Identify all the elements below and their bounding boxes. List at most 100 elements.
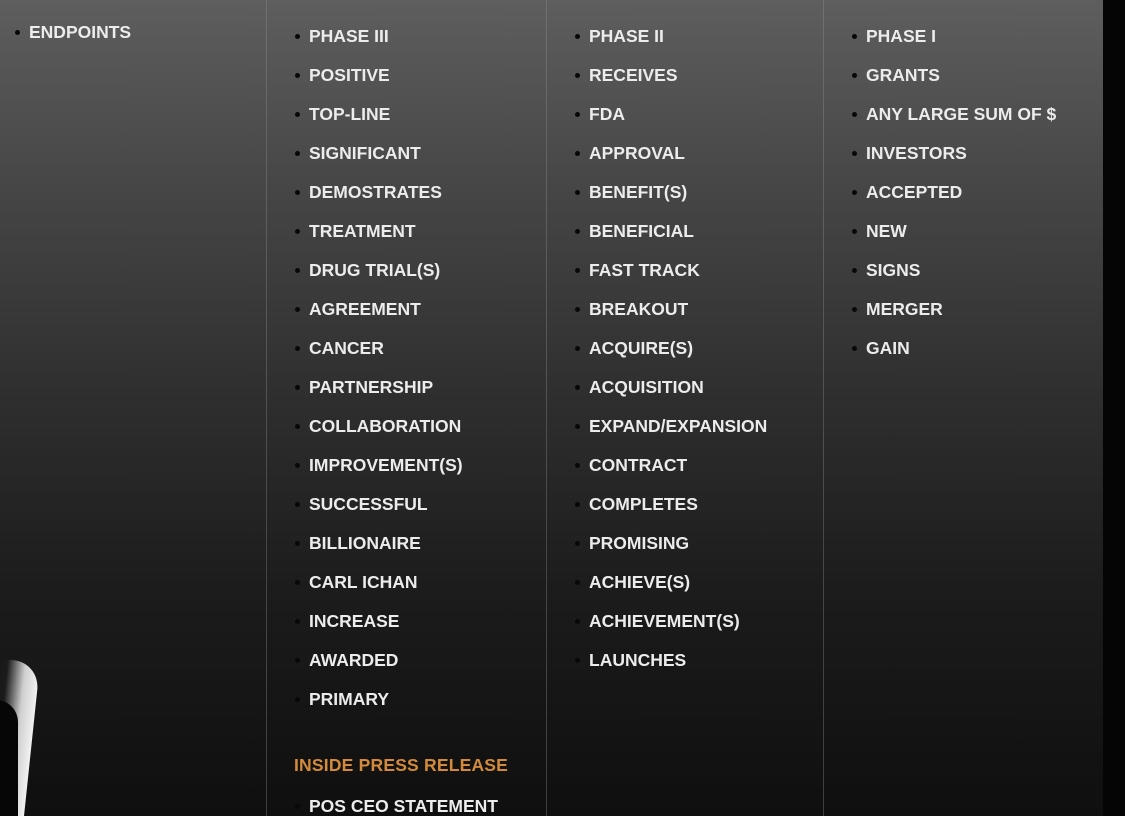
bullet-icon: [295, 34, 300, 39]
keyword-item: BENEFICIAL: [575, 220, 767, 259]
inside-press-release-list: POS CEO STATEMENT: [295, 795, 498, 816]
keyword-label: PHASE III: [309, 26, 389, 46]
bullet-icon: [295, 804, 300, 809]
keyword-item: FDA: [575, 103, 767, 142]
column-divider: [823, 0, 824, 816]
keyword-item: PHASE I: [852, 25, 1056, 64]
bullet-icon: [295, 112, 300, 117]
keyword-column-4: PHASE I GRANTS ANY LARGE SUM OF $ INVESTORS…: [852, 25, 1056, 816]
bullet-icon: [852, 346, 857, 351]
keyword-item: CONTRACT: [575, 454, 767, 493]
keyword-item: AGREEMENT: [295, 298, 463, 337]
keyword-label: ACCEPTED: [866, 182, 963, 202]
keyword-label: APPROVAL: [589, 143, 685, 163]
keyword-column-3: PHASE II RECEIVES FDA APPROVAL BENEFIT(S) BEN…: [575, 25, 767, 816]
keyword-item: LAUNCHES: [575, 649, 767, 688]
keyword-label: ENDPOINTS: [29, 22, 132, 42]
keyword-label: CARL ICHAN: [309, 572, 418, 592]
bullet-icon: [575, 463, 580, 468]
keyword-item: INVESTORS: [852, 142, 1056, 181]
keyword-item: PRIMARY: [295, 688, 463, 727]
keyword-item: PARTNERSHIP: [295, 376, 463, 415]
keyword-label: IMPROVEMENT(S): [309, 455, 463, 475]
keyword-slide: ENDPOINTS PHASE III POSITIVE TOP-LINE SIGNI…: [0, 0, 1125, 816]
keyword-list: PHASE II RECEIVES FDA APPROVAL BENEFIT(S) BEN…: [575, 25, 767, 688]
keyword-label: PRIMARY: [309, 689, 390, 709]
bullet-icon: [575, 619, 580, 624]
bullet-icon: [295, 268, 300, 273]
bullet-icon: [575, 346, 580, 351]
bullet-icon: [575, 307, 580, 312]
keyword-label: CANCER: [309, 338, 384, 358]
keyword-item: ANY LARGE SUM OF $: [852, 103, 1056, 142]
bullet-icon: [575, 502, 580, 507]
keyword-item: ACHIEVE(S): [575, 571, 767, 610]
bullet-icon: [575, 34, 580, 39]
keyword-label: SIGNIFICANT: [309, 143, 421, 163]
keyword-list: ENDPOINTS: [15, 21, 131, 60]
keyword-label: LAUNCHES: [589, 650, 687, 670]
keyword-label: FAST TRACK: [589, 260, 700, 280]
keyword-item: PHASE III: [295, 25, 463, 64]
bullet-icon: [852, 151, 857, 156]
keyword-label: GRANTS: [866, 65, 940, 85]
bullet-icon: [575, 190, 580, 195]
bullet-icon: [852, 34, 857, 39]
keyword-item: IMPROVEMENT(S): [295, 454, 463, 493]
keyword-label: INCREASE: [309, 611, 400, 631]
keyword-label: MERGER: [866, 299, 943, 319]
keyword-item: CANCER: [295, 337, 463, 376]
keyword-label: BILLIONAIRE: [309, 533, 421, 553]
bullet-icon: [295, 424, 300, 429]
bullet-icon: [295, 385, 300, 390]
keyword-item: BENEFIT(S): [575, 181, 767, 220]
keyword-item: ACHIEVEMENT(S): [575, 610, 767, 649]
bullet-icon: [295, 697, 300, 702]
keyword-label: DEMOSTRATES: [309, 182, 442, 202]
keyword-item: DRUG TRIAL(S): [295, 259, 463, 298]
keyword-label: NEW: [866, 221, 907, 241]
keyword-item: GAIN: [852, 337, 1056, 376]
keyword-item: SIGNS: [852, 259, 1056, 298]
keyword-column-2: PHASE III POSITIVE TOP-LINE SIGNIFICANT DEMO…: [295, 25, 463, 816]
bullet-icon: [295, 580, 300, 585]
bullet-icon: [295, 190, 300, 195]
bullet-icon: [575, 151, 580, 156]
keyword-item: FAST TRACK: [575, 259, 767, 298]
bullet-icon: [852, 229, 857, 234]
keyword-item: SUCCESSFUL: [295, 493, 463, 532]
bullet-icon: [575, 541, 580, 546]
keyword-label: TOP-LINE: [309, 104, 391, 124]
keyword-item: PROMISING: [575, 532, 767, 571]
bullet-icon: [852, 112, 857, 117]
keyword-list: PHASE III POSITIVE TOP-LINE SIGNIFICANT DEMO…: [295, 25, 463, 727]
keyword-label: BENEFIT(S): [589, 182, 688, 202]
keyword-item: EXPAND/EXPANSION: [575, 415, 767, 454]
keyword-item: GRANTS: [852, 64, 1056, 103]
bullet-icon: [295, 151, 300, 156]
keyword-label: RECEIVES: [589, 65, 678, 85]
bullet-icon: [575, 73, 580, 78]
keyword-label: BREAKOUT: [589, 299, 689, 319]
keyword-label: SIGNS: [866, 260, 921, 280]
keyword-item: COMPLETES: [575, 493, 767, 532]
keyword-label: COLLABORATION: [309, 416, 462, 436]
keyword-item: POS CEO STATEMENT: [295, 795, 498, 816]
bullet-icon: [295, 73, 300, 78]
inside-press-release-heading: INSIDE PRESS RELEASE: [294, 755, 509, 775]
bullet-icon: [295, 229, 300, 234]
keyword-item: INCREASE: [295, 610, 463, 649]
bullet-icon: [295, 307, 300, 312]
bullet-icon: [575, 385, 580, 390]
bullet-icon: [852, 307, 857, 312]
keyword-item: BREAKOUT: [575, 298, 767, 337]
keyword-item: COLLABORATION: [295, 415, 463, 454]
bullet-icon: [295, 502, 300, 507]
column-divider: [266, 0, 267, 816]
keyword-label: PROMISING: [589, 533, 690, 553]
keyword-label: TREATMENT: [309, 221, 416, 241]
keyword-label: SUCCESSFUL: [309, 494, 428, 514]
keyword-label: COMPLETES: [589, 494, 698, 514]
keyword-label: PHASE II: [589, 26, 664, 46]
bullet-icon: [575, 268, 580, 273]
